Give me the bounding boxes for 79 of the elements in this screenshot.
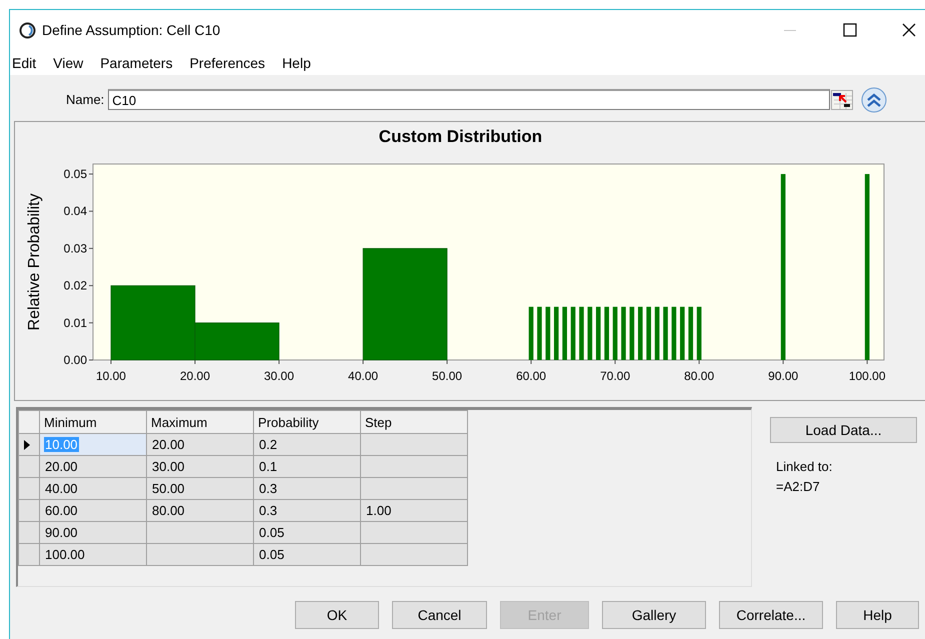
name-field[interactable]: C10	[108, 89, 830, 110]
table-cell[interactable]: 80.00	[146, 500, 254, 522]
dialog-button[interactable]: Correlate...	[719, 601, 823, 629]
x-tick-label: 60.00	[516, 369, 546, 383]
tick-mark	[88, 210, 94, 212]
y-tick-label: 0.01	[64, 316, 87, 330]
table-cell[interactable]: 90.00	[40, 522, 146, 544]
close-icon	[902, 23, 916, 37]
y-tick-label: 0.00	[64, 353, 87, 367]
x-tick-label: 10.00	[96, 369, 126, 383]
dialog-button[interactable]: Cancel	[392, 601, 487, 629]
dialog-button[interactable]: OK	[295, 601, 379, 629]
app-logo-icon	[19, 22, 36, 38]
cell-picker-icon[interactable]	[831, 90, 854, 110]
table-cell[interactable]: 0.3	[254, 478, 360, 500]
x-tick-label: 80.00	[684, 369, 714, 383]
table-cell[interactable]	[360, 522, 468, 544]
table-cell[interactable]: 0.2	[254, 434, 360, 456]
tick-mark	[530, 360, 532, 364]
x-tick-label: 100.00	[848, 369, 886, 383]
row-header[interactable]	[18, 434, 40, 456]
y-tick-label: 0.02	[64, 278, 87, 293]
table-cell[interactable]: 60.00	[40, 500, 146, 522]
tick-mark	[88, 248, 94, 249]
x-tick-label: 30.00	[264, 369, 294, 383]
tick-mark	[88, 285, 94, 286]
column-header: Minimum	[40, 410, 146, 434]
menu-item[interactable]: View	[53, 54, 84, 70]
menu-item[interactable]: Preferences	[190, 54, 266, 70]
menu-item[interactable]: Parameters	[100, 54, 173, 70]
linked-label: Linked to:	[776, 458, 834, 476]
dialog-button[interactable]: Gallery	[602, 601, 706, 629]
table-cell[interactable]: 30.00	[146, 456, 254, 478]
y-tick-label: 0.03	[64, 241, 87, 256]
x-tick-label: 70.00	[600, 369, 630, 383]
field-label: Name:	[66, 92, 104, 107]
y-tick-label: 0.04	[64, 204, 87, 218]
x-tick-label: 20.00	[180, 369, 210, 383]
tick-mark	[614, 360, 616, 364]
current-row-icon	[24, 440, 30, 450]
table-cell[interactable]	[360, 434, 468, 456]
menu-item[interactable]: Help	[282, 54, 311, 70]
linked-range: =A2:D7	[776, 478, 821, 496]
tick-mark	[782, 360, 784, 364]
table-cell[interactable]: 20.00	[40, 456, 146, 478]
table-cell[interactable]	[146, 522, 254, 544]
y-axis-label: Relative Probability	[26, 194, 43, 330]
column-header: Maximum	[146, 410, 254, 434]
collapse-icon[interactable]	[861, 86, 888, 112]
table-cell[interactable]: 0.1	[254, 456, 360, 478]
menu-item[interactable]: Edit	[12, 54, 36, 70]
x-tick-label: 40.00	[348, 369, 378, 383]
table-cell[interactable]: 0.05	[254, 544, 360, 566]
table-cell[interactable]	[146, 544, 254, 566]
load-data-button[interactable]: Load Data...	[770, 417, 917, 443]
chart-title: Custom Distribution	[378, 127, 542, 146]
tick-mark	[88, 322, 94, 324]
table-cell[interactable]: 50.00	[146, 478, 254, 500]
dialog-button[interactable]: Help	[836, 601, 919, 629]
maximize-icon	[843, 23, 857, 37]
column-header: Probability	[254, 410, 360, 434]
table-cell[interactable]: 20.00	[146, 434, 254, 456]
y-tick-label: 0.05	[64, 167, 87, 182]
x-tick-label: 50.00	[432, 369, 462, 383]
row-header	[18, 410, 40, 434]
table-cell[interactable]	[360, 544, 468, 566]
table-cell[interactable]: 0.05	[254, 522, 360, 544]
table-cell[interactable]: 0.3	[254, 500, 360, 522]
table-cell[interactable]: 1.00	[360, 500, 468, 522]
tick-mark	[866, 360, 868, 364]
table-cell[interactable]	[360, 456, 468, 478]
tick-mark	[88, 174, 94, 175]
table-cell[interactable]: 40.00	[40, 478, 146, 500]
table-cell[interactable]: 100.00	[40, 544, 146, 566]
window-title: Define Assumption: Cell C10	[42, 22, 220, 38]
column-header: Step	[360, 410, 468, 434]
table-cell[interactable]	[360, 478, 468, 500]
tick-mark	[698, 360, 700, 364]
x-tick-label: 90.00	[768, 369, 798, 383]
